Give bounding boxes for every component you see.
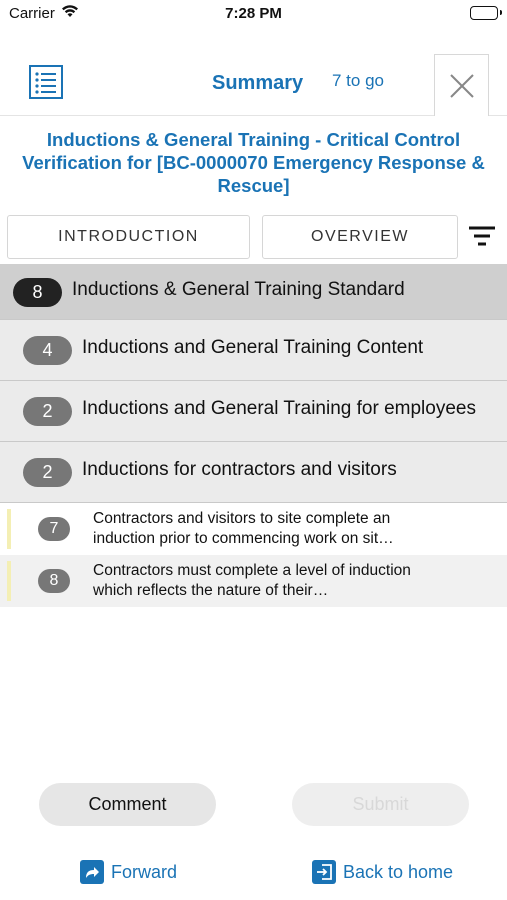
section-count-badge: 8	[13, 278, 62, 307]
subsection-label: Inductions and General Training Content	[82, 337, 424, 358]
comment-button[interactable]: Comment	[39, 783, 216, 826]
question-row[interactable]: 8 Contractors must complete a level of i…	[0, 555, 507, 607]
nav-bar: Summary 7 to go	[0, 52, 507, 116]
question-number-badge: 7	[38, 517, 70, 541]
subsection-label: Inductions and General Training for empl…	[82, 398, 476, 419]
tab-overview[interactable]: OVERVIEW	[262, 215, 458, 259]
question-row[interactable]: 7 Contractors and visitors to site compl…	[0, 503, 507, 555]
battery-icon	[470, 6, 502, 20]
submit-button[interactable]: Submit	[292, 783, 469, 826]
close-button[interactable]	[434, 54, 489, 116]
forward-link[interactable]: Forward	[80, 860, 190, 886]
unanswered-flag	[7, 509, 11, 549]
question-text: Contractors must complete a level of ind…	[93, 562, 411, 599]
clock: 7:28 PM	[225, 5, 282, 22]
subsection-row[interactable]: 2 Inductions for contractors and visitor…	[0, 442, 507, 503]
exit-icon	[312, 860, 336, 884]
subsection-count-badge: 2	[23, 397, 72, 426]
list-button[interactable]	[29, 65, 63, 99]
checklist-heading: Inductions & General Training - Critical…	[22, 129, 485, 196]
subsection-count-badge: 4	[23, 336, 72, 365]
subsection-label: Inductions for contractors and visitors	[82, 459, 397, 480]
section-label: Inductions & General Training Standard	[72, 279, 405, 300]
forward-label: Forward	[111, 862, 178, 882]
close-icon	[450, 74, 474, 98]
question-number-badge: 8	[38, 569, 70, 593]
question-text: Contractors and visitors to site complet…	[93, 510, 394, 547]
list-icon	[29, 65, 63, 99]
subsection-row[interactable]: 2 Inductions and General Training for em…	[0, 381, 507, 442]
subsection-row[interactable]: 4 Inductions and General Training Conten…	[0, 320, 507, 381]
filter-icon	[469, 226, 495, 246]
back-to-home-label: Back to home	[343, 862, 454, 882]
back-to-home-link[interactable]: Back to home	[312, 860, 462, 886]
subsection-count-badge: 2	[23, 458, 72, 487]
page-title: Summary	[212, 72, 304, 94]
remaining-count: 7 to go	[332, 71, 384, 90]
checklist: 8 Inductions & General Training Standard…	[0, 264, 507, 607]
tab-introduction[interactable]: INTRODUCTION	[7, 215, 250, 259]
forward-icon	[80, 860, 104, 884]
unanswered-flag	[7, 561, 11, 601]
section-header[interactable]: 8 Inductions & General Training Standard	[0, 264, 507, 320]
status-bar: Carrier 7:28 PM	[0, 0, 507, 28]
filter-button[interactable]	[467, 224, 497, 248]
